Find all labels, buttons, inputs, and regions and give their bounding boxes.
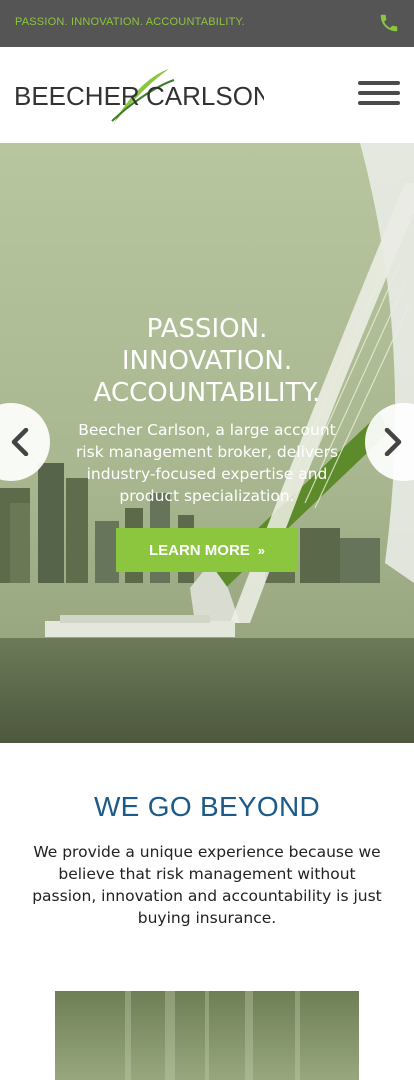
section-body: We provide a unique experience because w… [32,843,382,927]
chevron-left-icon [11,428,29,456]
phone-icon[interactable] [378,12,400,34]
section-heading: WE GO BEYOND [93,791,321,822]
hamburger-menu-button[interactable] [358,81,400,107]
beecher-carlson-logo[interactable]: BEECHER CARLSON [14,65,272,125]
logo-text-left: BEECHER [14,81,140,111]
hero-title: PASSION. INNOVATION. ACCOUNTABILITY. [57,313,357,409]
hero-description: Beecher Carlson, a large account risk ma… [75,421,339,505]
double-chevron-right-icon: » [257,542,266,558]
hero-title-line: INNOVATION. [121,346,293,376]
learn-more-label: LEARN MORE [148,541,250,559]
menu-line [358,81,400,85]
site-header: BEECHER CARLSON [0,47,414,143]
top-bar: PASSION. INNOVATION. ACCOUNTABILITY. [0,0,414,47]
hero-content: PASSION. INNOVATION. ACCOUNTABILITY. Bee… [0,313,414,507]
section-image [55,991,359,1080]
learn-more-button[interactable]: LEARN MORE » [116,528,298,572]
menu-line [358,101,400,105]
logo-text-right: CARLSON [146,81,264,111]
hero-title-line: PASSION. [146,314,268,344]
hero-title-line: ACCOUNTABILITY. [93,378,321,408]
we-go-beyond-section: WE GO BEYOND We provide a unique experie… [0,743,414,929]
hero-slider: PASSION. INNOVATION. ACCOUNTABILITY. Bee… [0,143,414,743]
menu-line [358,91,400,95]
tagline: PASSION. INNOVATION. ACCOUNTABILITY. [15,16,245,28]
chevron-right-icon [384,428,402,456]
